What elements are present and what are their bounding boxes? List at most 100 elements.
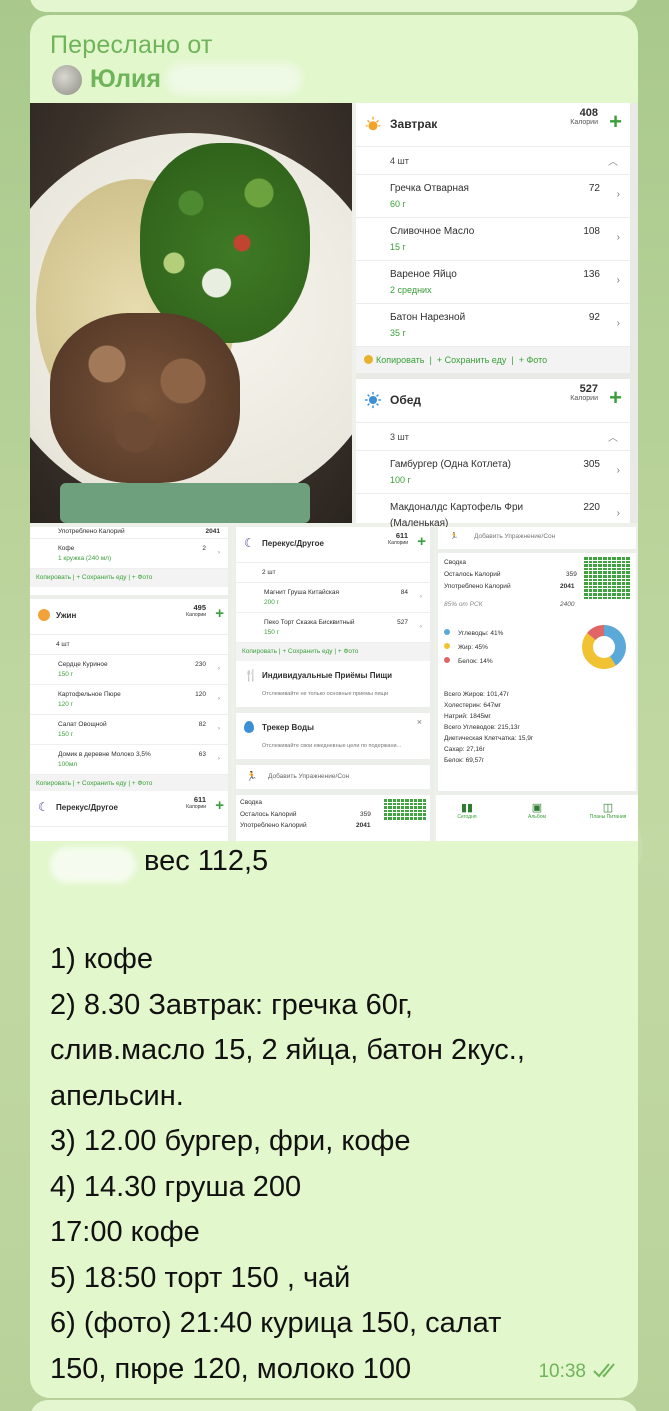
add-photo-button[interactable]: + Фото [132,574,153,581]
nav-plans[interactable]: ◫ Планы Питания [588,801,628,820]
grid-cell [396,806,401,809]
previous-message-bubble[interactable] [30,0,638,12]
food-row[interactable]: Сердце Куриное 150 г 230 › [30,655,228,685]
save-food-button[interactable]: + Сохранить еду [282,648,332,655]
food-row[interactable]: Пеко Торт Сказка Бисквитный 150 г 527 › [236,613,430,643]
grid-cell [384,813,388,816]
food-row[interactable]: Гречка Отварная 60 г 72 › [356,175,630,218]
add-food-plus-icon[interactable]: + [417,533,426,550]
grid-cell [607,571,612,574]
message-bubble[interactable]: Переслано от Юлия Завтрак 408 Калории + 4… [30,15,638,1398]
add-photo-button[interactable]: + Фото [338,648,359,655]
add-food-plus-icon[interactable]: + [609,387,622,409]
close-icon[interactable]: × [417,717,422,727]
grid-cell [598,571,602,574]
calorie-grid [584,557,630,600]
blurred-name-chip [50,847,136,883]
chevron-right-icon: › [616,232,620,243]
grid-cell [584,567,588,571]
add-photo-button[interactable]: + Фото [519,355,547,365]
food-row[interactable]: Сливочное Масло 15 г 108 › [356,218,630,261]
media-album[interactable]: Завтрак 408 Калории + 4 шт ︿ Гречка Отварн… [30,103,638,841]
copy-icon [364,355,373,364]
add-exercise-row[interactable]: 🏃 Добавить Упражнение/Сон [236,765,430,789]
copy-button[interactable]: Копировать [242,648,277,655]
add-food-plus-icon[interactable]: + [215,605,224,622]
grid-cell [405,806,409,809]
breakfast-header: Завтрак 408 Калории + [356,103,630,147]
snack-count-row[interactable]: 2 шт [236,563,430,583]
grid-cell [626,582,630,585]
carbs-dot-icon [444,629,450,635]
nav-album[interactable]: ▣ Альбом [520,801,554,820]
grid-cell [626,560,630,564]
grid-cell [418,806,422,809]
grid-cell [409,813,414,816]
grid-cell [621,578,626,582]
food-row[interactable]: Картофельное Пюре 120 г 120 › [30,685,228,715]
grid-cell [616,592,621,596]
save-food-button[interactable]: + Сохранить еду [76,574,126,581]
screenshot-dinner[interactable]: Употреблено Калорий 2041 Кофе 1 кружка (24… [30,527,232,841]
grid-cell [607,582,612,585]
water-tracker-card[interactable]: Трекер Воды × Отслеживайте свои ежедневн… [236,713,430,759]
nav-today[interactable]: ▮▮ Сегодня [450,801,484,820]
grid-cell [414,799,418,802]
carbs-label: Углеводы: 41% [458,630,504,637]
food-photo[interactable] [30,103,352,523]
copy-button[interactable]: Копировать [376,355,424,365]
add-exercise-label: Добавить Упражнение/Сон [474,533,556,540]
food-name: Картофельное Пюре [58,691,121,698]
grid-cell [392,802,396,806]
lunch-count-row[interactable]: 3 шт ︿ [356,423,630,451]
grid-cell [621,574,626,578]
grid-cell [392,813,396,816]
next-message-bubble[interactable] [30,1400,638,1411]
save-food-button[interactable]: + Сохранить еду [76,780,126,787]
food-row[interactable]: Домик в деревне Молоко 3,5% 100мл 63 › [30,745,228,775]
screenshot-breakfast[interactable]: Завтрак 408 Калории + 4 шт ︿ Гречка Отварн… [356,103,638,529]
dinner-count-row[interactable]: 4 шт [30,635,228,655]
grid-cell [598,596,602,600]
grid-cell [626,585,630,589]
macro-legend: Углеводы: 41% Жир: 45% Белок: 14% [444,629,503,671]
remaining-label: Осталось Калорий [444,571,501,578]
add-exercise-row[interactable]: 🏃 Добавить Упражнение/Сон [438,527,636,549]
grid-cell [602,592,607,596]
food-amount: 60 г [390,199,406,209]
food-row[interactable]: Магнит Груша Китайская 200 г 84 › [236,583,430,613]
food-name: Салат Овощной [58,721,107,728]
summary-card: Сводка Осталось Калорий 359 Употреблено … [438,553,636,791]
save-food-button[interactable]: + Сохранить еду [437,355,507,365]
add-food-plus-icon[interactable]: + [609,111,622,133]
copy-button[interactable]: Копировать [36,574,71,581]
food-row[interactable]: Вареное Яйцо 2 средних 136 › [356,261,630,304]
consumed-value: 2041 [356,822,371,829]
grid-cell [598,589,602,592]
copy-button[interactable]: Копировать [36,780,71,787]
add-food-plus-icon[interactable]: + [215,797,224,814]
food-row[interactable]: Кофе 1 кружка (240 мл) 2 › [30,539,228,569]
grid-cell [593,596,598,600]
sender-avatar[interactable] [52,65,82,95]
grid-cell [607,578,612,582]
add-photo-button[interactable]: + Фото [132,780,153,787]
food-kcal: 63 [198,751,206,758]
kcal-label: Калории [570,119,598,126]
grid-cell [612,596,616,600]
message-time: 10:38 [538,1361,622,1383]
sender-name[interactable]: Юлия [90,65,161,94]
grid-cell [588,589,593,592]
screenshot-summary[interactable]: 🏃 Добавить Упражнение/Сон Сводка Осталос… [436,527,638,841]
grid-cell [612,578,616,582]
food-row[interactable]: Батон Нарезной 35 г 92 › [356,304,630,347]
screenshot-snack[interactable]: ☾ Перекус/Другое 611 Калории + 2 шт Магнит Г… [234,527,434,841]
custom-meals-card[interactable]: 🍴 Индивидуальные Приёмы Пищи Отслеживайт… [236,661,430,707]
coffee-card: Употреблено Калорий 2041 Кофе 1 кружка (24… [30,527,228,595]
lunch-count: 3 шт [390,432,409,442]
snack-kcal: 611 Калории [186,795,206,810]
breakfast-count-row[interactable]: 4 шт ︿ [356,147,630,175]
grid-cell [616,585,621,589]
food-row[interactable]: Салат Овощной 150 г 82 › [30,715,228,745]
food-row[interactable]: Гамбургер (Одна Котлета) 100 г 305 › [356,451,630,494]
